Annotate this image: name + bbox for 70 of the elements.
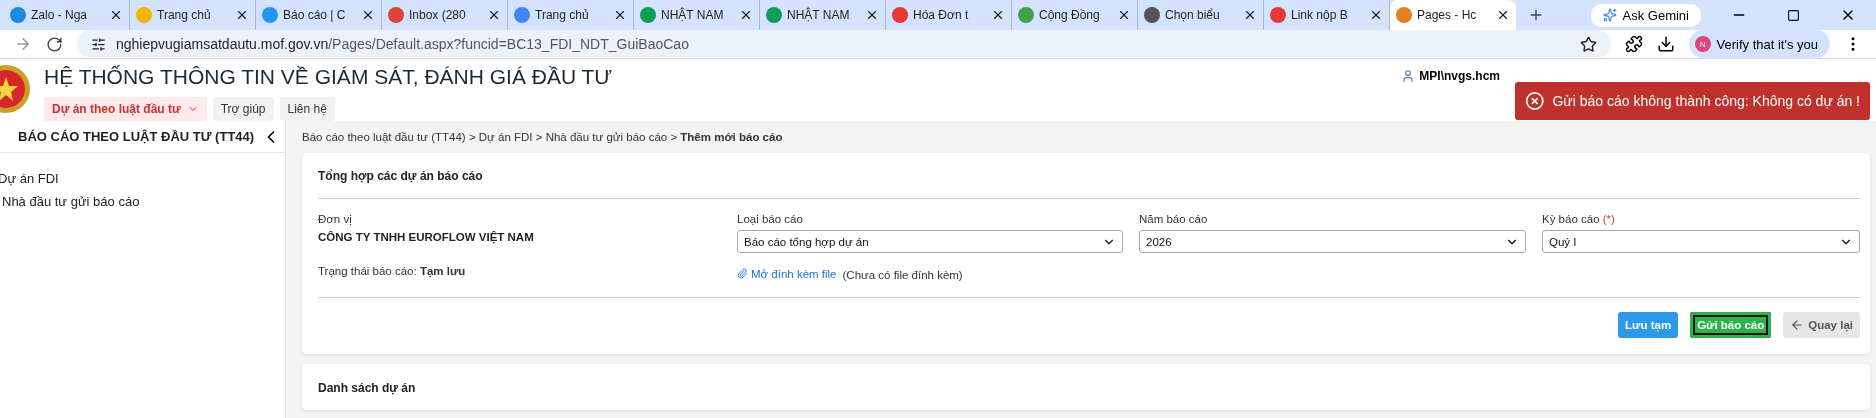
sidebar-item[interactable]: Nhà đầu tư gửi báo cáo	[0, 190, 285, 213]
download-icon[interactable]	[1656, 35, 1675, 53]
paperclip-icon	[737, 268, 748, 279]
breadcrumb-link[interactable]: Dự án FDI	[478, 131, 533, 143]
close-icon[interactable]	[1243, 8, 1257, 22]
reload-icon[interactable]	[46, 35, 63, 53]
extensions-icon[interactable]	[1624, 35, 1643, 53]
close-icon[interactable]	[865, 8, 879, 22]
sidebar-title: BÁO CÁO THEO LUẬT ĐẦU TƯ (TT44)	[18, 129, 255, 144]
field-label: Đơn vị	[318, 213, 353, 225]
breadcrumb-link[interactable]: Báo cáo theo luật đầu tư (TT44)	[302, 131, 466, 143]
error-icon	[1525, 90, 1545, 112]
close-icon[interactable]	[487, 8, 501, 22]
site-icon	[388, 7, 404, 23]
site-title: HỆ THỐNG THÔNG TIN VỀ GIÁM SÁT, ĐÁNH GIÁ ĐẦU TƯ	[44, 65, 613, 89]
verify-button[interactable]: N Verify that it's you	[1688, 30, 1830, 58]
select-field[interactable]: Quý I	[1542, 230, 1860, 253]
site-icon	[262, 7, 278, 23]
site-icon	[136, 7, 152, 23]
unit-name: CÔNG TY TNHH EUROFLOW VIỆT NAM	[318, 231, 535, 243]
field-label: Năm báo cáo	[1139, 213, 1209, 225]
attach-link[interactable]: Mở đính kèm file	[737, 267, 837, 280]
close-icon[interactable]	[991, 8, 1005, 22]
user-icon	[1401, 69, 1416, 83]
menu-tab[interactable]: Liên hệ	[279, 97, 335, 121]
close-icon[interactable]	[109, 8, 123, 22]
menu-tab[interactable]: Dự án theo luật đầu tư	[44, 97, 207, 121]
breadcrumb-separator: >	[534, 131, 544, 143]
attach-note: (Chưa có file đính kèm)	[842, 269, 963, 281]
gemini-button[interactable]: Ask Gemini	[1590, 3, 1701, 27]
forward-icon[interactable]	[14, 35, 32, 53]
breadcrumb-current: Thêm mới báo cáo	[680, 131, 783, 143]
site-icon	[1018, 7, 1034, 23]
close-icon[interactable]	[361, 8, 375, 22]
avatar-icon: N	[1694, 36, 1711, 52]
site-icon	[892, 7, 908, 23]
close-icon[interactable]	[613, 8, 627, 22]
card-title: Danh sách dự án	[318, 381, 416, 395]
close-icon[interactable]	[1496, 8, 1510, 22]
select-field[interactable]: Báo cáo tổng hợp dự án	[737, 230, 1123, 253]
close-icon[interactable]	[739, 8, 753, 22]
address-bar[interactable]: nghiepvugiamsatdautu.mof.gov.vn/Pages/Default.aspx?funcid=BC13_FDI_NDT_GuiBaoCao	[77, 30, 1611, 58]
site-icon	[514, 7, 530, 23]
maximize-icon[interactable]	[1787, 8, 1800, 22]
breadcrumb-link[interactable]: Nhà đầu tư gửi báo cáo	[545, 131, 668, 143]
site-icon	[1144, 7, 1160, 23]
card-title: Tổng hợp các dự án báo cáo	[318, 153, 1860, 199]
menu-tab[interactable]: Trợ giúp	[212, 97, 274, 121]
back-button[interactable]: Quay lại	[1783, 312, 1860, 338]
toast-message: Gửi báo cáo không thành công: Không có dự án !	[1552, 93, 1860, 109]
bookmark-star-icon[interactable]	[1579, 35, 1597, 53]
site-icon	[640, 7, 656, 23]
site-icon	[1396, 7, 1412, 23]
site-icon	[1270, 7, 1286, 23]
site-settings-icon[interactable]	[91, 36, 106, 52]
site-icon	[10, 7, 26, 23]
sparkle-icon	[1602, 8, 1617, 22]
field-label: Loại báo cáo	[737, 213, 804, 225]
close-icon[interactable]	[1117, 8, 1131, 22]
report-status: Trạng thái báo cáo: Tạm lưu	[318, 265, 467, 280]
breadcrumb-separator: >	[467, 131, 477, 143]
select-field[interactable]: 2026	[1139, 230, 1526, 253]
field-label: Kỳ báo cáo (*)	[1542, 213, 1616, 225]
new-tab-icon[interactable]	[1528, 7, 1544, 23]
site-icon	[766, 7, 782, 23]
breadcrumb-separator: >	[669, 131, 679, 143]
browser-tab[interactable]: Pages - Hc	[1390, 0, 1516, 30]
close-icon[interactable]	[1369, 8, 1383, 22]
user-name[interactable]: MPI\nvgs.hcm	[1401, 69, 1500, 83]
close-icon[interactable]	[235, 8, 249, 22]
